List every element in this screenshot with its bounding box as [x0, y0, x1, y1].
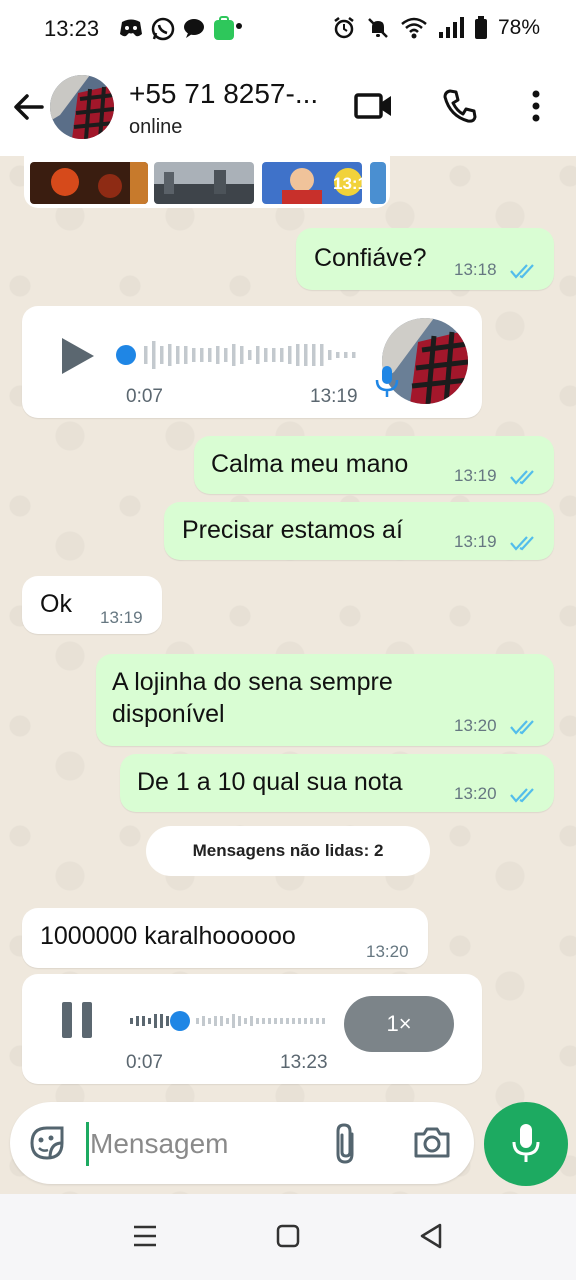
- message-time: 13:19: [454, 532, 497, 551]
- more-vert-icon[interactable]: [526, 88, 546, 124]
- message-time: 13:20: [454, 784, 497, 803]
- message-input[interactable]: [88, 1122, 322, 1166]
- read-ticks-icon: [510, 470, 534, 485]
- voice-message[interactable]: 0:07 13:19: [22, 306, 482, 418]
- message-text: Confiáve?: [314, 244, 427, 272]
- sticker-icon[interactable]: [28, 1124, 66, 1162]
- voice-duration: 0:07: [126, 1052, 163, 1073]
- media-thumb[interactable]: [30, 162, 148, 204]
- message-text-line2: disponível: [112, 700, 225, 728]
- read-ticks-icon: [510, 536, 534, 551]
- status-bar: 13:23 78%: [0, 0, 576, 60]
- message-text: Ok: [40, 590, 72, 618]
- video-call-icon[interactable]: [354, 88, 394, 124]
- attach-icon[interactable]: [332, 1122, 360, 1166]
- voice-message-playing[interactable]: 1× 0:07 13:23: [22, 974, 482, 1084]
- message-outgoing[interactable]: A lojinha do sena sempre disponível 13:2…: [96, 654, 554, 746]
- nav-back-icon[interactable]: [418, 1222, 444, 1250]
- message-time: 13:18: [454, 260, 497, 279]
- message-text: 1000000 karalhoooooo: [40, 922, 296, 950]
- read-ticks-icon: [510, 264, 534, 279]
- playback-speed-button[interactable]: 1×: [344, 996, 454, 1052]
- message-outgoing[interactable]: Calma meu mano 13:19: [194, 436, 554, 494]
- system-status: 78%: [332, 16, 540, 40]
- chat-bubble-icon: [184, 19, 204, 38]
- battery-icon: [474, 16, 487, 39]
- message-outgoing[interactable]: Precisar estamos aí 13:19: [164, 502, 554, 560]
- message-text: Calma meu mano: [211, 450, 409, 478]
- system-nav-bar: [0, 1194, 576, 1280]
- battery-percent: 78%: [497, 16, 540, 39]
- notification-icons: [118, 16, 242, 42]
- chat-header: +55 71 8257-... online: [0, 60, 576, 156]
- chat-area[interactable]: 13:18 Confiáve? 13:18 0:07 13:19 Calma m…: [0, 156, 576, 1194]
- wifi-icon: [401, 17, 427, 39]
- phone-icon[interactable]: [442, 88, 478, 124]
- message-text-line1: A lojinha do sena sempre: [112, 668, 393, 696]
- unread-messages-badge: Mensagens não lidas: 2: [146, 826, 430, 876]
- signal-icon: [438, 17, 464, 38]
- message-time: 13:20: [454, 716, 497, 735]
- pause-icon[interactable]: [60, 1000, 96, 1040]
- message-time: 13:23: [280, 1052, 328, 1073]
- media-preview-strip[interactable]: 13:18: [24, 156, 390, 208]
- read-ticks-icon: [510, 720, 534, 735]
- contact-avatar[interactable]: [50, 75, 114, 139]
- compose-bar: [10, 1102, 474, 1184]
- media-thumb[interactable]: [154, 162, 254, 204]
- voice-record-button[interactable]: [484, 1102, 568, 1186]
- read-ticks-icon: [510, 788, 534, 803]
- camera-icon[interactable]: [412, 1124, 452, 1160]
- voice-waveform[interactable]: [128, 1004, 334, 1038]
- home-icon[interactable]: [276, 1224, 300, 1248]
- back-arrow-icon[interactable]: [12, 90, 46, 124]
- voice-waveform[interactable]: [114, 338, 364, 372]
- mic-icon: [512, 1124, 540, 1162]
- message-outgoing[interactable]: Confiáve? 13:18: [296, 228, 554, 290]
- message-incoming[interactable]: Ok 13:19: [22, 576, 162, 634]
- contact-name[interactable]: +55 71 8257-...: [129, 78, 318, 110]
- message-incoming[interactable]: 1000000 karalhoooooo 13:20: [22, 908, 428, 968]
- play-icon[interactable]: [60, 336, 98, 376]
- voice-duration: 0:07: [126, 386, 163, 407]
- mic-icon: [375, 366, 399, 397]
- discord-icon: [120, 19, 142, 37]
- store-app-icon: [214, 16, 242, 40]
- status-time: 13:23: [44, 16, 100, 41]
- message-text: Precisar estamos aí: [182, 516, 403, 544]
- message-time: 13:19: [310, 386, 358, 407]
- message-outgoing[interactable]: De 1 a 10 qual sua nota 13:20: [120, 754, 554, 812]
- media-thumb[interactable]: [370, 162, 386, 204]
- message-time: 13:19: [100, 608, 143, 627]
- message-text: De 1 a 10 qual sua nota: [137, 768, 403, 796]
- playback-speed-label: 1×: [386, 1011, 412, 1036]
- whatsapp-notif-icon: [151, 17, 175, 41]
- alarm-icon: [334, 17, 354, 39]
- message-time: 13:20: [366, 942, 409, 961]
- contact-status: online: [129, 116, 183, 138]
- message-time: 13:19: [454, 466, 497, 485]
- recent-apps-icon[interactable]: [132, 1224, 158, 1248]
- muted-bell-icon: [368, 18, 388, 38]
